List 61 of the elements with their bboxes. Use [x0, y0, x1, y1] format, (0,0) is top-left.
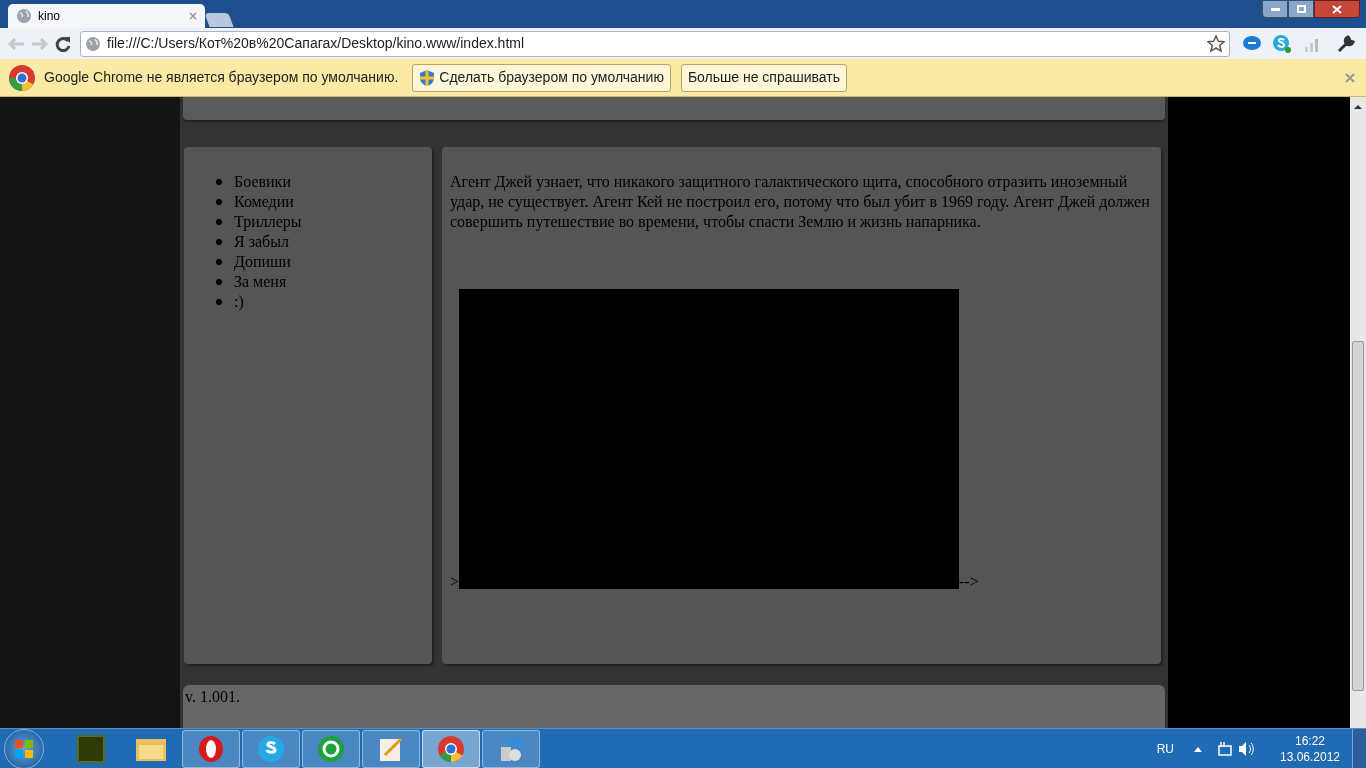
scroll-thumb[interactable]: [1352, 341, 1364, 691]
bullet-icon: [216, 219, 222, 225]
show-desktop-button[interactable]: [1352, 728, 1366, 768]
tab-title: kino: [38, 8, 60, 25]
version-text: v. 1.001.: [185, 688, 240, 705]
start-button[interactable]: [4, 728, 44, 768]
bullet-icon: [216, 299, 222, 305]
taskbar-app-button[interactable]: [422, 729, 480, 768]
close-icon[interactable]: [1344, 71, 1356, 84]
globe-icon: [85, 35, 101, 52]
minimize-button[interactable]: [1262, 0, 1288, 18]
language-indicator[interactable]: RU: [1156, 739, 1174, 758]
windows-logo-icon: [14, 738, 34, 759]
close-button[interactable]: [1314, 0, 1360, 18]
close-icon[interactable]: [189, 12, 197, 20]
new-tab-button[interactable]: [204, 13, 234, 27]
bullet-icon: [216, 199, 222, 205]
taskbar-app-button[interactable]: [482, 729, 540, 768]
clock-time[interactable]: 16:22: [1295, 732, 1325, 749]
shield-icon: [419, 68, 436, 87]
chrome-icon: [437, 734, 465, 763]
url-text: file:///C:/Users/Кот%20в%20Сапагах/Desktop/kino.www/index.html: [107, 34, 525, 53]
infobar-button[interactable]: Сделать браузером по умолчанию: [412, 63, 671, 92]
globe-icon: [16, 8, 32, 24]
close-icon: [1332, 4, 1342, 14]
star-icon[interactable]: [1207, 34, 1225, 53]
caret-up-icon[interactable]: [1194, 745, 1202, 752]
speaker-icon[interactable]: [1238, 740, 1254, 757]
bullet-icon: [216, 259, 222, 265]
scrollbar[interactable]: [1350, 97, 1366, 728]
skype-icon[interactable]: [1272, 33, 1292, 54]
genre-item: :): [234, 292, 244, 312]
genre-item: Комедии: [234, 192, 294, 212]
scroll-up-icon[interactable]: [1354, 103, 1362, 111]
genre-item: Боевики: [234, 172, 291, 192]
taskbar-app-button[interactable]: [242, 729, 300, 768]
genre-item: За меня: [234, 272, 287, 292]
stray-text: >: [450, 575, 460, 589]
chrome-logo-icon: [8, 63, 36, 92]
restore-button[interactable]: [1288, 0, 1314, 18]
address-bar[interactable]: file:///C:/Users/Кот%20в%20Сапагах/Desktop/kino.www/index.html: [80, 30, 1230, 57]
reload-icon[interactable]: [54, 34, 72, 53]
taskbar-app-button[interactable]: [362, 729, 420, 768]
clock-date[interactable]: 13.06.2012: [1279, 748, 1341, 765]
wrench-icon[interactable]: [1336, 33, 1356, 54]
taskbar-app-button[interactable]: [182, 729, 240, 768]
opera-icon: [197, 734, 225, 763]
movie-description: Агент Джей узнает, что никакого защитного галактического щита, способного отразить иноземный удар, не существует. Агент Кей не построил его, потому что был убит в 1969 году. Агент Джей должен совершить путешествие во времени, чтобы спасти Землю и жизнь напарника.: [450, 172, 1151, 232]
skype-icon: [257, 734, 285, 763]
infobar-button[interactable]: Больше не спрашивать: [680, 63, 847, 92]
bullet-icon: [216, 279, 222, 285]
network-icon[interactable]: [1216, 740, 1232, 757]
genre-item: Я забыл: [234, 232, 289, 252]
stray-text: -->: [959, 575, 979, 589]
genre-item: Допиши: [234, 252, 291, 272]
browser-tab[interactable]: kino: [8, 4, 205, 28]
bullet-icon: [216, 179, 222, 185]
bullet-icon: [216, 239, 222, 245]
genre-item: Триллеры: [234, 212, 302, 232]
taskbar-app-button[interactable]: [302, 729, 360, 768]
infobar-message: Google Chrome не является браузером по умолчанию.: [44, 68, 399, 87]
